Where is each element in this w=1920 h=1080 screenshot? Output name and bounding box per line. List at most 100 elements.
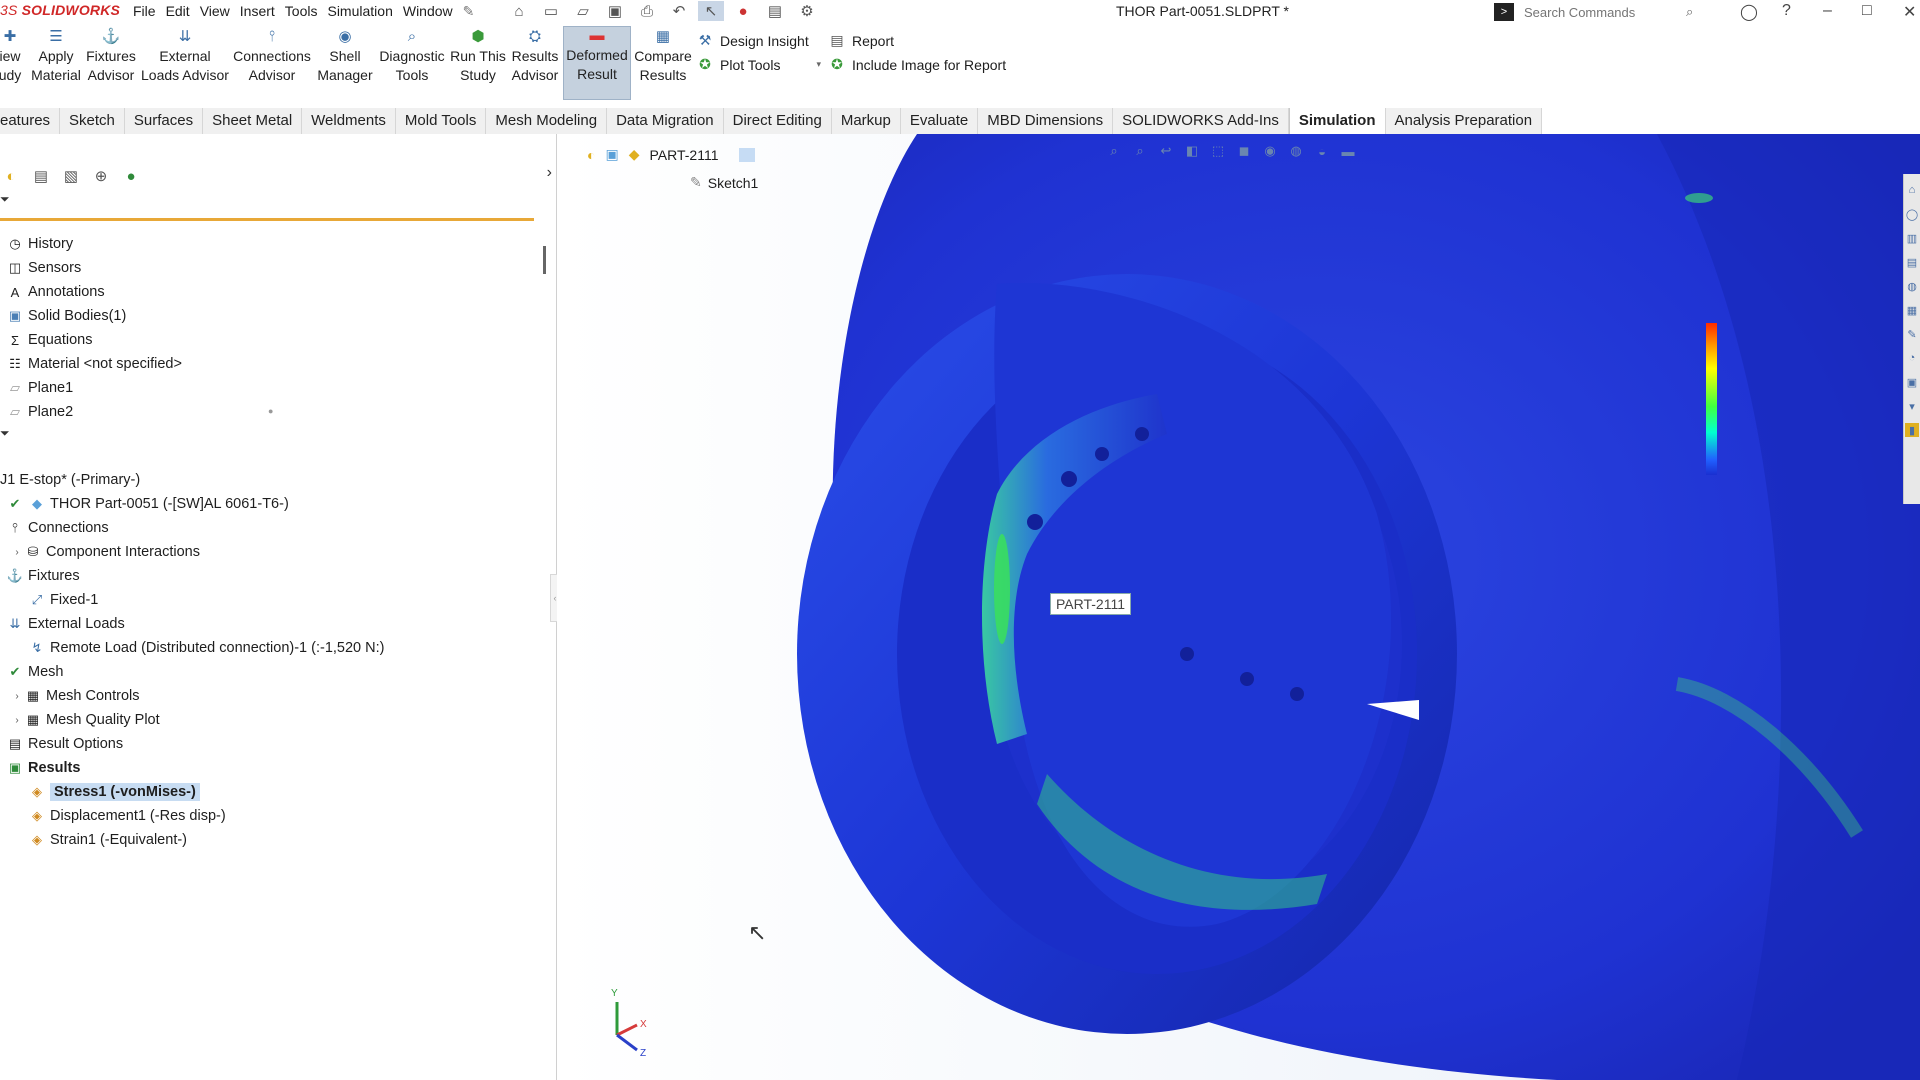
search-commands[interactable]: > ⌕ — [1494, 1, 1724, 23]
display-style-icon[interactable]: ◼ — [1235, 142, 1253, 160]
external-loads-advisor-button[interactable]: ⇊ External Loads Advisor — [140, 28, 230, 85]
section-view-icon[interactable]: ◧ — [1183, 142, 1201, 160]
tab-sheet-metal[interactable]: Sheet Metal — [203, 108, 303, 134]
solidworks-logo[interactable]: 3S SOLIDWORKS — [0, 2, 120, 18]
menu-view[interactable]: View — [200, 3, 230, 20]
tasks-icon[interactable]: ▣ — [1905, 375, 1919, 389]
tab-analysis-preparation[interactable]: Analysis Preparation — [1386, 108, 1543, 134]
tree-item-remote-load[interactable]: ↯ Remote Load (Distributed connection)-1… — [28, 636, 385, 660]
filter-icon[interactable]: ⏷ — [0, 192, 10, 207]
tree-item-plane2[interactable]: ▱ Plane2 — [6, 400, 73, 424]
tab-features[interactable]: eatures — [0, 108, 61, 134]
expand-icon[interactable]: › — [10, 691, 24, 702]
select-pointer-icon[interactable]: ↖ — [698, 1, 724, 21]
save-icon[interactable]: ▣ — [602, 1, 628, 21]
menu-tools[interactable]: Tools — [285, 3, 318, 20]
solidworks-forum-icon[interactable]: ◔ — [1905, 351, 1919, 365]
tree-item-fixtures[interactable]: ⚓ Fixtures — [6, 564, 80, 588]
tab-surfaces[interactable]: Surfaces — [125, 108, 204, 134]
tree-item-mesh-quality-plot[interactable]: › ▦ Mesh Quality Plot — [10, 708, 159, 732]
feature-manager-icon[interactable]: ◐ — [0, 166, 22, 186]
splitter-handle[interactable]: ● — [268, 406, 273, 416]
new-document-icon[interactable]: ▭ — [538, 1, 564, 21]
tree-item-plane1[interactable]: ▱ Plane1 — [6, 376, 73, 400]
tree-item-displacement1[interactable]: ◈ Displacement1 (-Res disp-) — [28, 804, 226, 828]
search-icon[interactable]: ⌕ — [1686, 4, 1693, 20]
tree-item-part[interactable]: ✔ ◆ THOR Part-0051 (-[SW]AL 6061-T6-) — [6, 492, 289, 516]
menu-file[interactable]: File — [133, 3, 156, 20]
home-icon[interactable]: ⌂ — [1905, 183, 1919, 197]
tab-data-migration[interactable]: Data Migration — [607, 108, 724, 134]
tree-item-stress1[interactable]: ◈ Stress1 (-vonMises-) — [28, 780, 200, 804]
tab-solidworks-add-ins[interactable]: SOLIDWORKS Add-Ins — [1113, 108, 1289, 134]
expand-icon[interactable]: › — [10, 715, 24, 726]
tab-mold-tools[interactable]: Mold Tools — [396, 108, 487, 134]
flyout-part-row[interactable]: ◐ ▣ ◆ PART-2111 — [587, 146, 755, 163]
resources-icon[interactable]: ◯ — [1905, 207, 1919, 221]
file-properties-icon[interactable]: ▤ — [762, 1, 788, 21]
tree-item-material[interactable]: ☷ Material <not specified> — [6, 352, 182, 376]
diagnostic-tools-button[interactable]: ⌕ Diagnostic Tools — [378, 28, 446, 85]
apply-scene-icon[interactable]: ◒ — [1313, 142, 1331, 160]
minimize-icon[interactable]: – — [1823, 2, 1832, 20]
tab-mbd-dimensions[interactable]: MBD Dimensions — [978, 108, 1114, 134]
menu-simulation[interactable]: Simulation — [327, 3, 392, 20]
connections-advisor-button[interactable]: ⫯ Connections Advisor — [232, 28, 312, 85]
deformed-result-button[interactable]: ▬ Deformed Result — [563, 26, 631, 100]
print-icon[interactable]: ⎙ — [634, 1, 660, 21]
tree-item-mesh-controls[interactable]: › ▦ Mesh Controls — [10, 684, 139, 708]
tab-direct-editing[interactable]: Direct Editing — [724, 108, 832, 134]
tree-item-component-interactions[interactable]: › ⛁ Component Interactions — [10, 540, 200, 564]
traffic-light-icon[interactable]: ● — [730, 1, 756, 21]
tab-sketch[interactable]: Sketch — [60, 108, 125, 134]
tree-item-history[interactable]: ◷ History — [6, 232, 73, 256]
tree-item-mesh[interactable]: ✔ Mesh — [6, 660, 64, 684]
display-manager-icon[interactable]: ● — [120, 166, 142, 186]
configuration-manager-icon[interactable]: ▧ — [60, 166, 82, 186]
run-this-study-button[interactable]: ⬢ Run This Study — [448, 28, 508, 85]
shell-manager-button[interactable]: ◉ Shell Manager — [313, 28, 377, 85]
scrollbar-thumb[interactable] — [543, 246, 546, 274]
results-advisor-button[interactable]: ⛭ Results Advisor — [508, 28, 562, 85]
previous-view-icon[interactable]: ↩ — [1157, 142, 1175, 160]
design-insight-button[interactable]: ⚒ Design Insight — [696, 32, 809, 49]
property-manager-icon[interactable]: ▤ — [30, 166, 52, 186]
tree-item-result-options[interactable]: ▤ Result Options — [6, 732, 123, 756]
report-button[interactable]: ▤ Report — [828, 32, 894, 49]
tab-simulation[interactable]: Simulation — [1288, 108, 1386, 134]
tree-item-results[interactable]: ▣ Results — [6, 756, 81, 780]
appearances-icon[interactable]: ▦ — [1905, 303, 1919, 317]
options-gear-icon[interactable]: ⚙ — [794, 1, 820, 21]
file-explorer-icon[interactable]: ▤ — [1905, 255, 1919, 269]
edit-appearance-icon[interactable]: ◍ — [1287, 142, 1305, 160]
menu-edit[interactable]: Edit — [166, 3, 190, 20]
zoom-to-area-icon[interactable]: ⌕ — [1131, 142, 1149, 160]
expand-icon[interactable]: › — [10, 547, 24, 558]
plot-tools-button[interactable]: ✪ Plot Tools ▾ — [696, 56, 821, 73]
include-image-button[interactable]: ✪ Include Image for Report — [828, 56, 1006, 73]
tree-item-annotations[interactable]: A Annotations — [6, 280, 105, 304]
tree-item-strain1[interactable]: ◈ Strain1 (-Equivalent-) — [28, 828, 187, 852]
view-settings-icon[interactable]: ▬ — [1339, 142, 1357, 160]
design-library-icon[interactable]: ▥ — [1905, 231, 1919, 245]
flyout-sketch-row[interactable]: ✎ Sketch1 — [690, 174, 758, 191]
undo-icon[interactable]: ↶ — [666, 1, 692, 21]
fixtures-advisor-button[interactable]: ⚓ Fixtures Advisor — [84, 28, 138, 85]
apply-material-button[interactable]: ☰ Apply Material — [30, 28, 82, 85]
tree-item-solid-bodies[interactable]: ▣ Solid Bodies(1) — [6, 304, 126, 328]
tab-markup[interactable]: Markup — [832, 108, 901, 134]
help-icon[interactable]: ? — [1782, 2, 1791, 20]
menu-insert[interactable]: Insert — [240, 3, 275, 20]
tree-item-connections[interactable]: ⫯ Connections — [6, 516, 108, 540]
dimxpert-icon[interactable]: ⊕ — [90, 166, 112, 186]
tab-mesh-modeling[interactable]: Mesh Modeling — [486, 108, 608, 134]
tree-item-external-loads[interactable]: ⇊ External Loads — [6, 612, 125, 636]
home-icon[interactable]: ⌂ — [506, 1, 532, 21]
view-orientation-icon[interactable]: ⬚ — [1209, 142, 1227, 160]
user-icon[interactable]: ◯ — [1740, 2, 1758, 22]
study-root[interactable]: J1 E-stop* (-Primary-) — [0, 468, 140, 492]
menu-window[interactable]: Window — [403, 3, 453, 20]
plot-tools-dropdown-icon[interactable]: ▾ — [816, 59, 821, 70]
hide-show-icon[interactable]: ◉ — [1261, 142, 1279, 160]
chevron-right-icon[interactable]: › — [547, 164, 552, 182]
